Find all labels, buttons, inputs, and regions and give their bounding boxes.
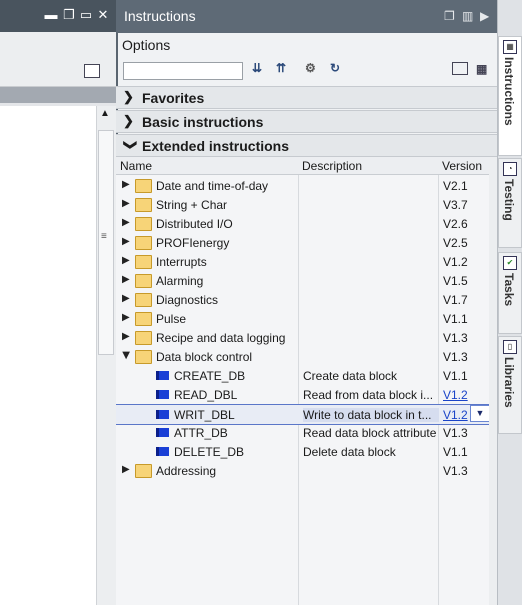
- folder-icon: [135, 255, 152, 269]
- instructions-icon: ▦: [503, 40, 517, 54]
- panel-title-bar: Instructions ❐ ▥ ▶: [116, 0, 497, 33]
- instruction-block-icon: [156, 390, 169, 399]
- tasks-icon: ✔: [503, 256, 517, 270]
- folder-icon: [135, 274, 152, 288]
- version-dropdown-button[interactable]: ▼: [470, 405, 490, 422]
- scroll-up-icon[interactable]: ▲: [100, 108, 110, 119]
- expand-icon[interactable]: ▶: [122, 464, 130, 475]
- instruction-block-icon: [156, 428, 169, 437]
- editor-scroll-thumb[interactable]: ≡: [98, 130, 114, 355]
- tree-row-string-char[interactable]: ▶ String + Char V3.7: [116, 195, 497, 214]
- libraries-icon: ▯: [503, 340, 517, 354]
- options-label: Options: [122, 37, 171, 53]
- restore-icon[interactable]: ❐: [62, 8, 76, 22]
- tree-row-pulse[interactable]: ▶ Pulse V1.1: [116, 309, 497, 328]
- tree-row-interrupts[interactable]: ▶ Interrupts V1.2: [116, 252, 497, 271]
- folder-icon: [135, 464, 152, 478]
- tree-row-alarming[interactable]: ▶ Alarming V1.5: [116, 271, 497, 290]
- panel-scrollbar[interactable]: [489, 157, 497, 605]
- chevron-down-icon: ❯: [123, 139, 139, 151]
- tree-row-data-block-control[interactable]: ▶ Data block control V1.3: [116, 347, 497, 366]
- chevron-down-icon: ▼: [475, 408, 485, 418]
- column-header-description[interactable]: Description: [302, 159, 362, 173]
- tree-row-attr-db[interactable]: ATTR_DB Read data block attribute V1.3: [116, 423, 497, 442]
- section-favorites[interactable]: ❯ Favorites: [116, 86, 497, 109]
- tree-row-date-and-time[interactable]: ▶ Date and time-of-day V2.1: [116, 176, 497, 195]
- editor-header-strip: [0, 87, 116, 103]
- editor-canvas[interactable]: [0, 106, 96, 605]
- tree-row-diagnostics[interactable]: ▶ Diagnostics V1.7: [116, 290, 497, 309]
- search-up-icon[interactable]: ⇈: [276, 61, 286, 75]
- tree-row-profienergy[interactable]: ▶ PROFIenergy V2.5: [116, 233, 497, 252]
- editor-title-bar: ▬ ❐ ▭ ✕: [0, 0, 116, 32]
- column-header-name[interactable]: Name: [120, 159, 152, 173]
- tree-row-create-db[interactable]: CREATE_DB Create data block V1.1: [116, 366, 497, 385]
- column-header-version[interactable]: Version: [442, 159, 482, 173]
- tree-row-addressing[interactable]: ▶ Addressing V1.3: [116, 461, 497, 480]
- folder-icon: [135, 236, 152, 250]
- folder-icon: [135, 293, 152, 307]
- expand-icon[interactable]: ▶: [122, 274, 130, 285]
- panel-title: Instructions: [124, 8, 196, 24]
- tab-testing[interactable]: ◔ Testing: [498, 158, 522, 248]
- folder-icon: [135, 217, 152, 231]
- tree-row-distributed-io[interactable]: ▶ Distributed I/O V2.6: [116, 214, 497, 233]
- tree-row-read-dbl[interactable]: READ_DBL Read from data block i... V1.2: [116, 385, 497, 404]
- expand-icon[interactable]: ▶: [122, 255, 130, 266]
- grip-icon: ≡: [101, 231, 107, 242]
- layout-icon[interactable]: ▥: [462, 9, 473, 23]
- network-view-icon[interactable]: [84, 64, 100, 78]
- editor-toolbar: [0, 32, 116, 87]
- search-down-icon[interactable]: ⇊: [252, 61, 262, 75]
- expand-icon[interactable]: ▶: [122, 179, 130, 190]
- expand-icon[interactable]: ▶: [122, 293, 130, 304]
- tree-row-delete-db[interactable]: DELETE_DB Delete data block V1.1: [116, 442, 497, 461]
- view-single-icon[interactable]: [452, 62, 468, 75]
- expand-icon[interactable]: ▶: [122, 217, 130, 228]
- expand-icon[interactable]: ▶: [122, 312, 130, 323]
- filter-icon[interactable]: ⚙: [305, 61, 316, 75]
- tab-libraries[interactable]: ▯ Libraries: [498, 336, 522, 434]
- chevron-right-icon: ❯: [123, 89, 134, 104]
- folder-icon: [135, 179, 152, 193]
- view-table-icon[interactable]: ▦: [476, 62, 487, 76]
- expand-icon[interactable]: ▶: [122, 236, 130, 247]
- tab-tasks[interactable]: ✔ Tasks: [498, 252, 522, 334]
- expand-icon[interactable]: ▶: [122, 331, 130, 342]
- section-extended-instructions[interactable]: ❯ Extended instructions: [116, 134, 497, 157]
- expand-icon[interactable]: ▶: [122, 198, 130, 209]
- search-input[interactable]: [123, 62, 243, 80]
- float-icon[interactable]: ❐: [444, 9, 455, 23]
- folder-open-icon: [135, 350, 152, 364]
- instruction-block-icon: [156, 410, 169, 419]
- testing-icon: ◔: [503, 162, 517, 176]
- instruction-block-icon: [156, 371, 169, 380]
- refresh-icon[interactable]: ↻: [330, 61, 340, 75]
- tab-instructions[interactable]: ▦ Instructions: [498, 36, 522, 156]
- instruction-block-icon: [156, 447, 169, 456]
- folder-icon: [135, 331, 152, 345]
- minimize-icon[interactable]: ▬: [44, 8, 58, 22]
- collapse-right-icon[interactable]: ▶: [480, 9, 489, 23]
- version-link[interactable]: V1.2: [443, 388, 468, 402]
- tree-row-writ-dbl[interactable]: WRIT_DBL Write to data block in t... V1.2: [116, 404, 497, 425]
- folder-icon: [135, 312, 152, 326]
- maximize-icon[interactable]: ▭: [79, 8, 93, 22]
- grid-header: Name Description Version: [116, 157, 497, 175]
- collapse-icon[interactable]: ▶: [120, 352, 131, 360]
- tree-row-recipe-data-logging[interactable]: ▶ Recipe and data logging V1.3: [116, 328, 497, 347]
- section-basic-instructions[interactable]: ❯ Basic instructions: [116, 110, 497, 133]
- version-link[interactable]: V1.2: [443, 408, 468, 422]
- folder-icon: [135, 198, 152, 212]
- chevron-right-icon: ❯: [123, 113, 134, 128]
- close-icon[interactable]: ✕: [96, 8, 110, 22]
